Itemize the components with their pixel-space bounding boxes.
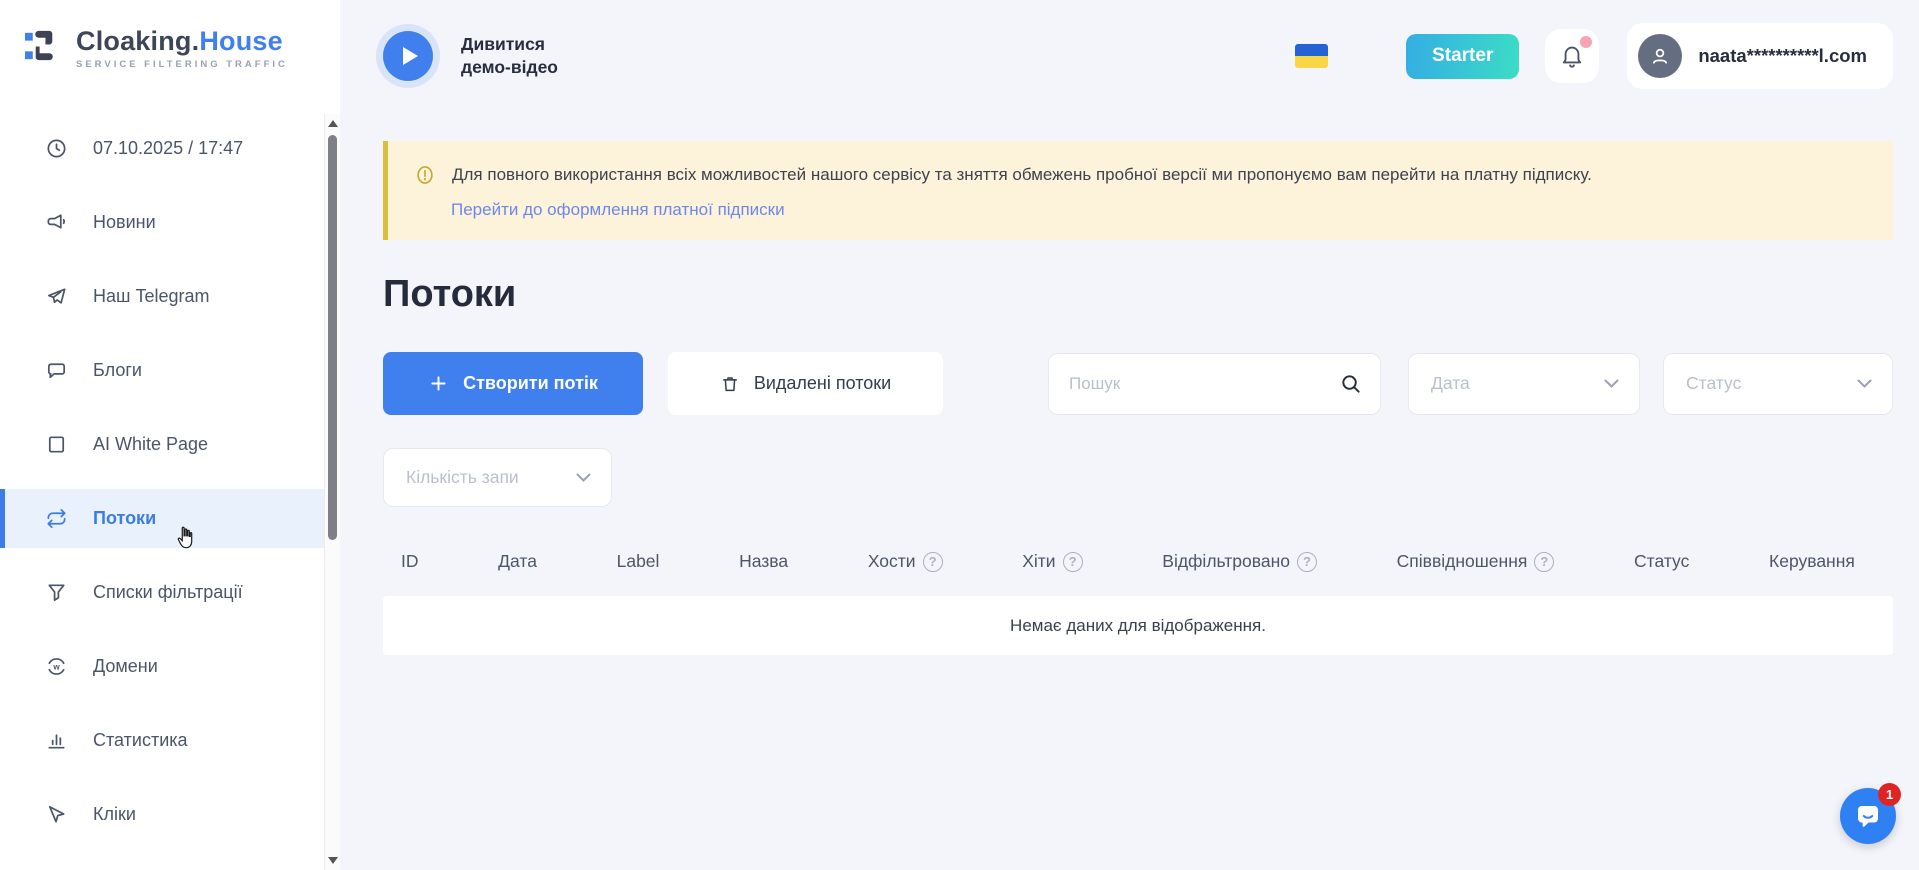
streams-icon (45, 507, 68, 530)
avatar (1638, 34, 1682, 78)
chat-launcher-icon (1853, 801, 1883, 831)
sidebar-item-telegram[interactable]: Наш Telegram (0, 267, 340, 326)
column-filtered: Відфільтровано? (1162, 551, 1317, 572)
chevron-down-icon (576, 473, 591, 482)
plan-button[interactable]: Starter (1406, 34, 1519, 79)
column-label: Label (617, 551, 660, 572)
language-flag-icon[interactable] (1295, 44, 1328, 68)
column-actions: Керування (1769, 551, 1855, 572)
page-title: Потоки (383, 273, 1893, 316)
bar-chart-icon (45, 729, 68, 752)
cursor-icon (45, 803, 68, 826)
scrollbar-down-arrow[interactable] (328, 857, 338, 864)
chevron-down-icon (1604, 379, 1619, 388)
sidebar-item-filter-lists[interactable]: Списки фільтрації (0, 563, 340, 622)
chat-launcher-button[interactable]: 1 (1840, 788, 1896, 844)
person-icon (1647, 43, 1673, 69)
page-icon (45, 433, 68, 456)
search-box (1048, 353, 1381, 415)
sidebar-item-streams[interactable]: Потоки (0, 489, 340, 548)
chat-bubble-icon (45, 359, 68, 382)
telegram-icon (45, 285, 68, 308)
column-hosts: Хости? (868, 551, 943, 572)
help-icon[interactable]: ? (1297, 552, 1317, 572)
user-email: naata**********l.com (1698, 45, 1867, 67)
search-input[interactable] (1069, 374, 1339, 394)
megaphone-icon (45, 211, 68, 234)
sidebar-item-statistics[interactable]: Статистика (0, 711, 340, 770)
help-icon[interactable]: ? (1063, 552, 1083, 572)
per-page-row: Кількість запи (383, 448, 1893, 507)
scrollbar-thumb[interactable] (328, 135, 337, 540)
demo-video-button[interactable]: Дивитися демо-відео (383, 31, 558, 81)
trash-icon (720, 374, 740, 394)
logo-subtitle: SERVICE FILTERING TRAFFIC (76, 59, 288, 70)
status-filter-select[interactable]: Статус (1663, 353, 1893, 415)
user-menu[interactable]: naata**********l.com (1627, 23, 1893, 89)
sidebar-item-blogs[interactable]: Блоги (0, 341, 340, 400)
help-icon[interactable]: ? (1534, 552, 1554, 572)
domain-icon: w (45, 655, 68, 678)
column-name: Назва (739, 551, 788, 572)
trial-warning-banner: Для повного використання всіх можливосте… (383, 141, 1893, 240)
create-stream-button[interactable]: Створити потік (383, 352, 643, 415)
upgrade-link[interactable]: Перейти до оформлення платної підписки (451, 200, 785, 220)
table-header: ID Дата Label Назва Хости? Хіти? Відфіль… (383, 551, 1893, 572)
sidebar-scrollbar[interactable] (324, 114, 340, 870)
warning-icon (414, 164, 436, 186)
clock-icon (45, 137, 68, 160)
logo-title: Cloaking.House (76, 26, 288, 56)
sidebar-item-clicks[interactable]: Кліки (0, 785, 340, 844)
main-content: Дивитися демо-відео Starter naata*******… (340, 0, 1919, 870)
sidebar-item-ai-white-page[interactable]: AI White Page (0, 415, 340, 474)
chevron-down-icon (1857, 379, 1872, 388)
deleted-streams-button[interactable]: Видалені потоки (668, 352, 943, 415)
sidebar-item-domains[interactable]: w Домени (0, 637, 340, 696)
scrollbar-up-arrow[interactable] (328, 120, 338, 127)
per-page-select[interactable]: Кількість запи (383, 448, 612, 507)
column-status: Статус (1634, 551, 1689, 572)
column-ratio: Співвідношення? (1397, 551, 1555, 572)
sidebar-nav: 07.10.2025 / 17:47 Новини Наш Telegram Б… (0, 119, 340, 844)
notifications-button[interactable] (1545, 29, 1599, 83)
topbar: Дивитися демо-відео Starter naata*******… (383, 0, 1893, 112)
notification-dot (1580, 36, 1592, 48)
logo-icon (24, 26, 63, 65)
help-icon[interactable]: ? (923, 552, 943, 572)
column-id: ID (401, 551, 419, 572)
sidebar: Cloaking.House SERVICE FILTERING TRAFFIC… (0, 0, 340, 870)
play-icon (383, 31, 433, 81)
demo-video-label: Дивитися демо-відео (461, 33, 558, 79)
logo[interactable]: Cloaking.House SERVICE FILTERING TRAFFIC (0, 0, 340, 70)
chat-unread-badge: 1 (1878, 783, 1901, 806)
table-empty-state: Немає даних для відображення. (383, 596, 1893, 655)
svg-text:w: w (52, 662, 60, 671)
funnel-icon (45, 581, 68, 604)
column-hits: Хіти? (1022, 551, 1082, 572)
plus-icon (428, 373, 449, 394)
date-filter-select[interactable]: Дата (1408, 353, 1640, 415)
toolbar: Створити потік Видалені потоки Дата Стат… (383, 352, 1893, 415)
search-icon[interactable] (1339, 372, 1362, 395)
banner-message: Для повного використання всіх можливосте… (452, 162, 1592, 188)
column-date: Дата (498, 551, 537, 572)
sidebar-item-news[interactable]: Новини (0, 193, 340, 252)
sidebar-item-datetime[interactable]: 07.10.2025 / 17:47 (0, 119, 340, 178)
